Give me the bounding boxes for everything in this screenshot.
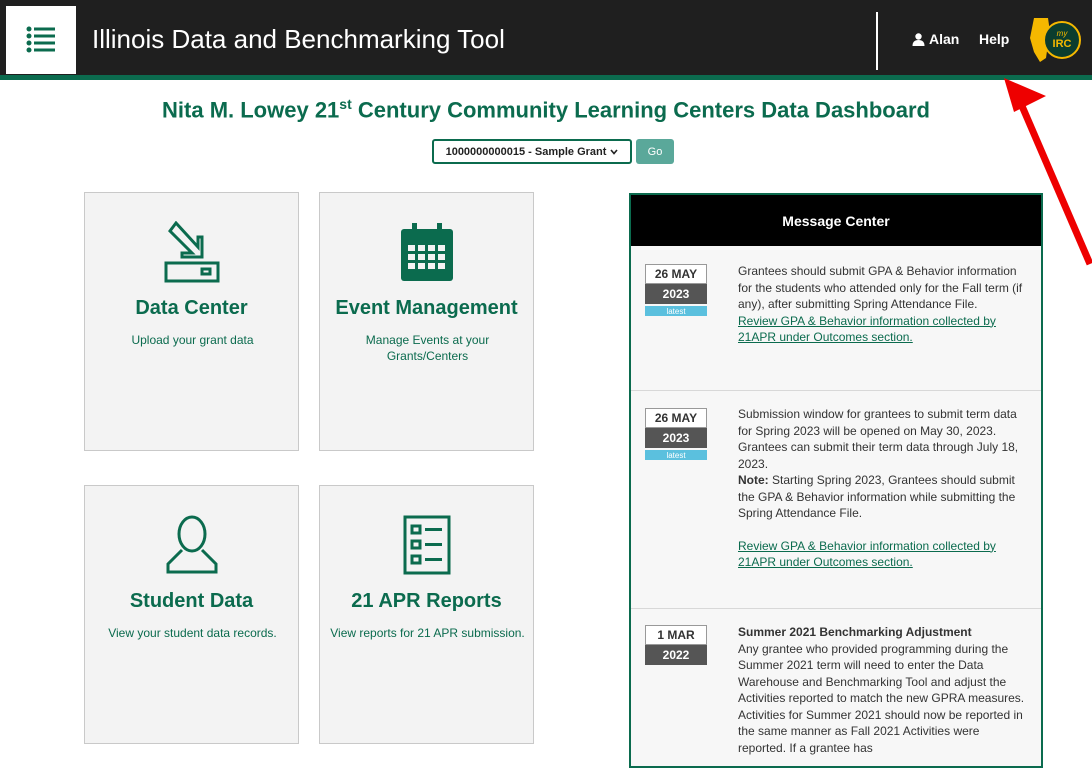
header-divider: [876, 12, 878, 70]
tile-21-apr-reports[interactable]: 21 APR Reports View reports for 21 APR s…: [319, 485, 534, 744]
tile-description: Upload your grant data: [131, 333, 254, 347]
tile-title: Event Management: [335, 297, 518, 319]
grant-select-value: 1000000000015 - Sample Grant: [445, 145, 607, 158]
go-button[interactable]: Go: [636, 139, 674, 164]
message-text: Grantees should submit GPA & Behavior in…: [738, 264, 1023, 311]
tile-description: Manage Events at your Grants/Centers: [365, 333, 490, 363]
message-date: 1 MAR 2022: [645, 625, 707, 665]
logo-text-bottom: IRC: [1053, 38, 1072, 50]
tile-data-center[interactable]: Data Center Upload your grant data: [84, 192, 299, 451]
message-item: 1 MAR 2022 Summer 2021 Benchmarking Adju…: [631, 609, 1041, 766]
message-body: Grantees should submit GPA & Behavior in…: [738, 263, 1028, 346]
message-date: 26 MAY 2023 latest: [645, 408, 707, 460]
report-list-icon: [403, 515, 450, 575]
message-item: 26 MAY 2023 latest Grantees should submi…: [631, 246, 1041, 391]
grant-select[interactable]: 1000000000015 - Sample Grant: [432, 139, 632, 164]
message-body: Summer 2021 Benchmarking Adjustment Any …: [738, 624, 1028, 756]
top-navbar: Illinois Data and Benchmarking Tool Alan…: [0, 0, 1092, 80]
message-item: 26 MAY 2023 latest Submission window for…: [631, 391, 1041, 609]
message-date: 26 MAY 2023 latest: [645, 264, 707, 316]
page-title: Nita M. Lowey 21st Century Community Lea…: [0, 96, 1092, 123]
review-gpa-link[interactable]: Review GPA & Behavior information collec…: [738, 314, 996, 345]
myirc-logo[interactable]: my IRC: [1024, 14, 1082, 66]
app-title: Illinois Data and Benchmarking Tool: [92, 24, 505, 54]
chevron-down-icon: [610, 148, 619, 155]
user-menu-link[interactable]: Alan: [912, 31, 959, 47]
user-icon: [912, 32, 925, 46]
date-day-month: 26 MAY: [645, 264, 707, 284]
calendar-icon: [400, 223, 453, 281]
date-year: 2022: [645, 645, 707, 665]
page-title-post: Century Community Learning Centers Data …: [351, 97, 930, 123]
menu-button[interactable]: [6, 6, 76, 74]
tile-title: 21 APR Reports: [351, 590, 502, 612]
message-text: Any grantee who provided programming dur…: [738, 641, 1025, 755]
message-body: Submission window for grantees to submit…: [738, 406, 1028, 571]
tile-event-management[interactable]: Event Management Manage Events at your G…: [319, 192, 534, 451]
help-link[interactable]: Help: [979, 31, 1009, 47]
user-name: Alan: [929, 31, 960, 47]
tile-title: Student Data: [129, 590, 254, 612]
tile-description: View your student data records.: [108, 626, 277, 640]
page-title-sup: st: [339, 96, 352, 112]
message-center[interactable]: Message Center 26 MAY 2023 latest Grante…: [629, 193, 1043, 768]
latest-badge: latest: [645, 306, 707, 316]
message-heading: Summer 2021 Benchmarking Adjustment: [738, 625, 972, 639]
page-title-pre: Nita M. Lowey 21: [162, 97, 340, 123]
message-center-title: Message Center: [631, 195, 1041, 246]
date-day-month: 1 MAR: [645, 625, 707, 645]
tile-student-data[interactable]: Student Data View your student data reco…: [84, 485, 299, 744]
logo-text-top: my: [1057, 29, 1069, 38]
annotation-arrow-icon: [1004, 78, 1092, 266]
message-text: Submission window for grantees to submit…: [738, 407, 1019, 471]
tile-title: Data Center: [135, 297, 248, 319]
user-icon: [166, 515, 217, 574]
message-note: Note: Starting Spring 2023, Grantees sho…: [738, 472, 1028, 522]
date-year: 2023: [645, 428, 707, 448]
latest-badge: latest: [645, 450, 707, 460]
date-year: 2023: [645, 284, 707, 304]
date-day-month: 26 MAY: [645, 408, 707, 428]
note-text: Starting Spring 2023, Grantees should su…: [738, 473, 1016, 520]
tile-description: View reports for 21 APR submission.: [330, 626, 525, 640]
review-gpa-link[interactable]: Review GPA & Behavior information collec…: [738, 539, 996, 570]
list-menu-icon: [26, 26, 55, 53]
note-label: Note:: [738, 473, 769, 487]
download-icon: [164, 221, 219, 283]
